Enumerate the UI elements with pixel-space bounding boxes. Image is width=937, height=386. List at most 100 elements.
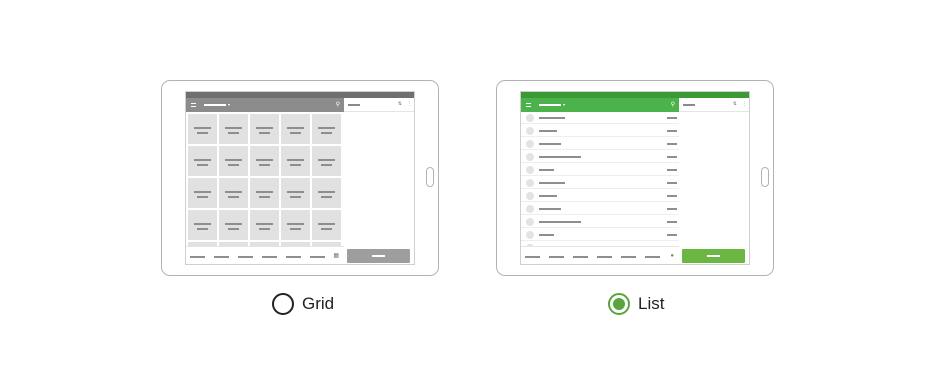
avatar-placeholder [526, 192, 534, 200]
grid-cell-placeholder [281, 210, 310, 240]
nav-placeholder [573, 256, 588, 258]
list-row-placeholder [521, 138, 679, 150]
list-row-placeholder [521, 203, 679, 215]
text-placeholder [321, 228, 332, 230]
list-view-indicator-icon: ● [670, 253, 674, 259]
text-placeholder [259, 132, 270, 134]
bottom-bar: ▦ [186, 246, 344, 264]
nav-placeholder [549, 256, 564, 258]
list-layout-preview: ▾ ⚲ ⇅ ⋮ ● [496, 80, 774, 276]
avatar-placeholder [526, 114, 534, 122]
app-title-placeholder [204, 104, 226, 106]
grid-option-label[interactable]: Grid [302, 294, 334, 314]
text-placeholder [318, 191, 335, 193]
list-row-placeholder [521, 164, 679, 176]
more-vert-icon: ⋮ [407, 101, 412, 107]
tablet-home-button [426, 167, 434, 187]
grid-cell-placeholder [312, 146, 341, 176]
text-placeholder [256, 223, 273, 225]
list-row-placeholder [521, 151, 679, 163]
dropdown-caret-icon: ▾ [228, 102, 231, 107]
text-placeholder [539, 234, 554, 236]
panel-action-button [347, 249, 410, 263]
grid-radio-button[interactable] [272, 293, 294, 315]
list-row-placeholder [521, 112, 679, 124]
tablet-home-button [761, 167, 769, 187]
text-placeholder [539, 182, 565, 184]
text-placeholder [256, 159, 273, 161]
nav-placeholder [525, 256, 540, 258]
menu-icon [526, 103, 531, 107]
text-placeholder [287, 191, 304, 193]
grid-cell-placeholder [250, 210, 279, 240]
grid-cell-placeholder [250, 146, 279, 176]
text-placeholder [259, 228, 270, 230]
nav-placeholder [238, 256, 253, 258]
text-placeholder [318, 159, 335, 161]
side-panel-header: ⇅ ⋮ [344, 98, 414, 112]
nav-placeholder [310, 256, 325, 258]
list-radio-button[interactable] [608, 293, 630, 315]
list-row-placeholder [521, 190, 679, 202]
grid-layout-preview: ▾ ⚲ ⇅ ⋮ ▦ [161, 80, 439, 276]
value-placeholder [667, 221, 677, 223]
list-option-label[interactable]: List [638, 294, 664, 314]
value-placeholder [667, 234, 677, 236]
panel-title-placeholder [348, 104, 360, 106]
nav-placeholder [214, 256, 229, 258]
text-placeholder [228, 196, 239, 198]
grid-cell-placeholder [219, 178, 248, 208]
grid-cell-placeholder [250, 114, 279, 144]
side-panel-header: ⇅ ⋮ [679, 98, 749, 112]
list-preview-screen: ▾ ⚲ ⇅ ⋮ ● [520, 91, 750, 265]
text-placeholder [194, 159, 211, 161]
panel-action-button [682, 249, 745, 263]
value-placeholder [667, 156, 677, 158]
avatar-placeholder [526, 231, 534, 239]
list-content [521, 112, 679, 246]
grid-cell-placeholder [312, 210, 341, 240]
grid-cell-placeholder [281, 114, 310, 144]
text-placeholder [194, 127, 211, 129]
text-placeholder [194, 223, 211, 225]
avatar-placeholder [526, 179, 534, 187]
text-placeholder [290, 132, 301, 134]
avatar-placeholder [526, 127, 534, 135]
text-placeholder [318, 223, 335, 225]
dropdown-caret-icon: ▾ [563, 102, 566, 107]
value-placeholder [667, 117, 677, 119]
value-placeholder [667, 182, 677, 184]
text-placeholder [321, 132, 332, 134]
grid-cell-placeholder [219, 210, 248, 240]
list-row-placeholder [521, 177, 679, 189]
grid-cell-placeholder [188, 178, 217, 208]
list-row-placeholder [521, 229, 679, 241]
avatar-placeholder [526, 140, 534, 148]
text-placeholder [228, 228, 239, 230]
text-placeholder [259, 164, 270, 166]
bottom-bar: ● [521, 246, 679, 264]
grid-cell-placeholder [281, 146, 310, 176]
text-placeholder [197, 132, 208, 134]
text-placeholder [225, 191, 242, 193]
text-placeholder [318, 127, 335, 129]
radio-selected-dot [613, 298, 625, 310]
grid-preview-screen: ▾ ⚲ ⇅ ⋮ ▦ [185, 91, 415, 265]
text-placeholder [539, 208, 561, 210]
button-label-placeholder [707, 255, 720, 257]
grid-view-icon: ▦ [333, 253, 339, 259]
app-bar: ▾ ⚲ [186, 98, 344, 112]
text-placeholder [287, 127, 304, 129]
text-placeholder [321, 164, 332, 166]
text-placeholder [259, 196, 270, 198]
search-icon: ⚲ [335, 102, 340, 108]
text-placeholder [197, 228, 208, 230]
nav-placeholder [645, 256, 660, 258]
text-placeholder [539, 130, 557, 132]
app-title-placeholder [539, 104, 561, 106]
app-bar: ▾ ⚲ [521, 98, 679, 112]
text-placeholder [287, 223, 304, 225]
list-row-placeholder [521, 125, 679, 137]
value-placeholder [667, 195, 677, 197]
text-placeholder [539, 156, 581, 158]
